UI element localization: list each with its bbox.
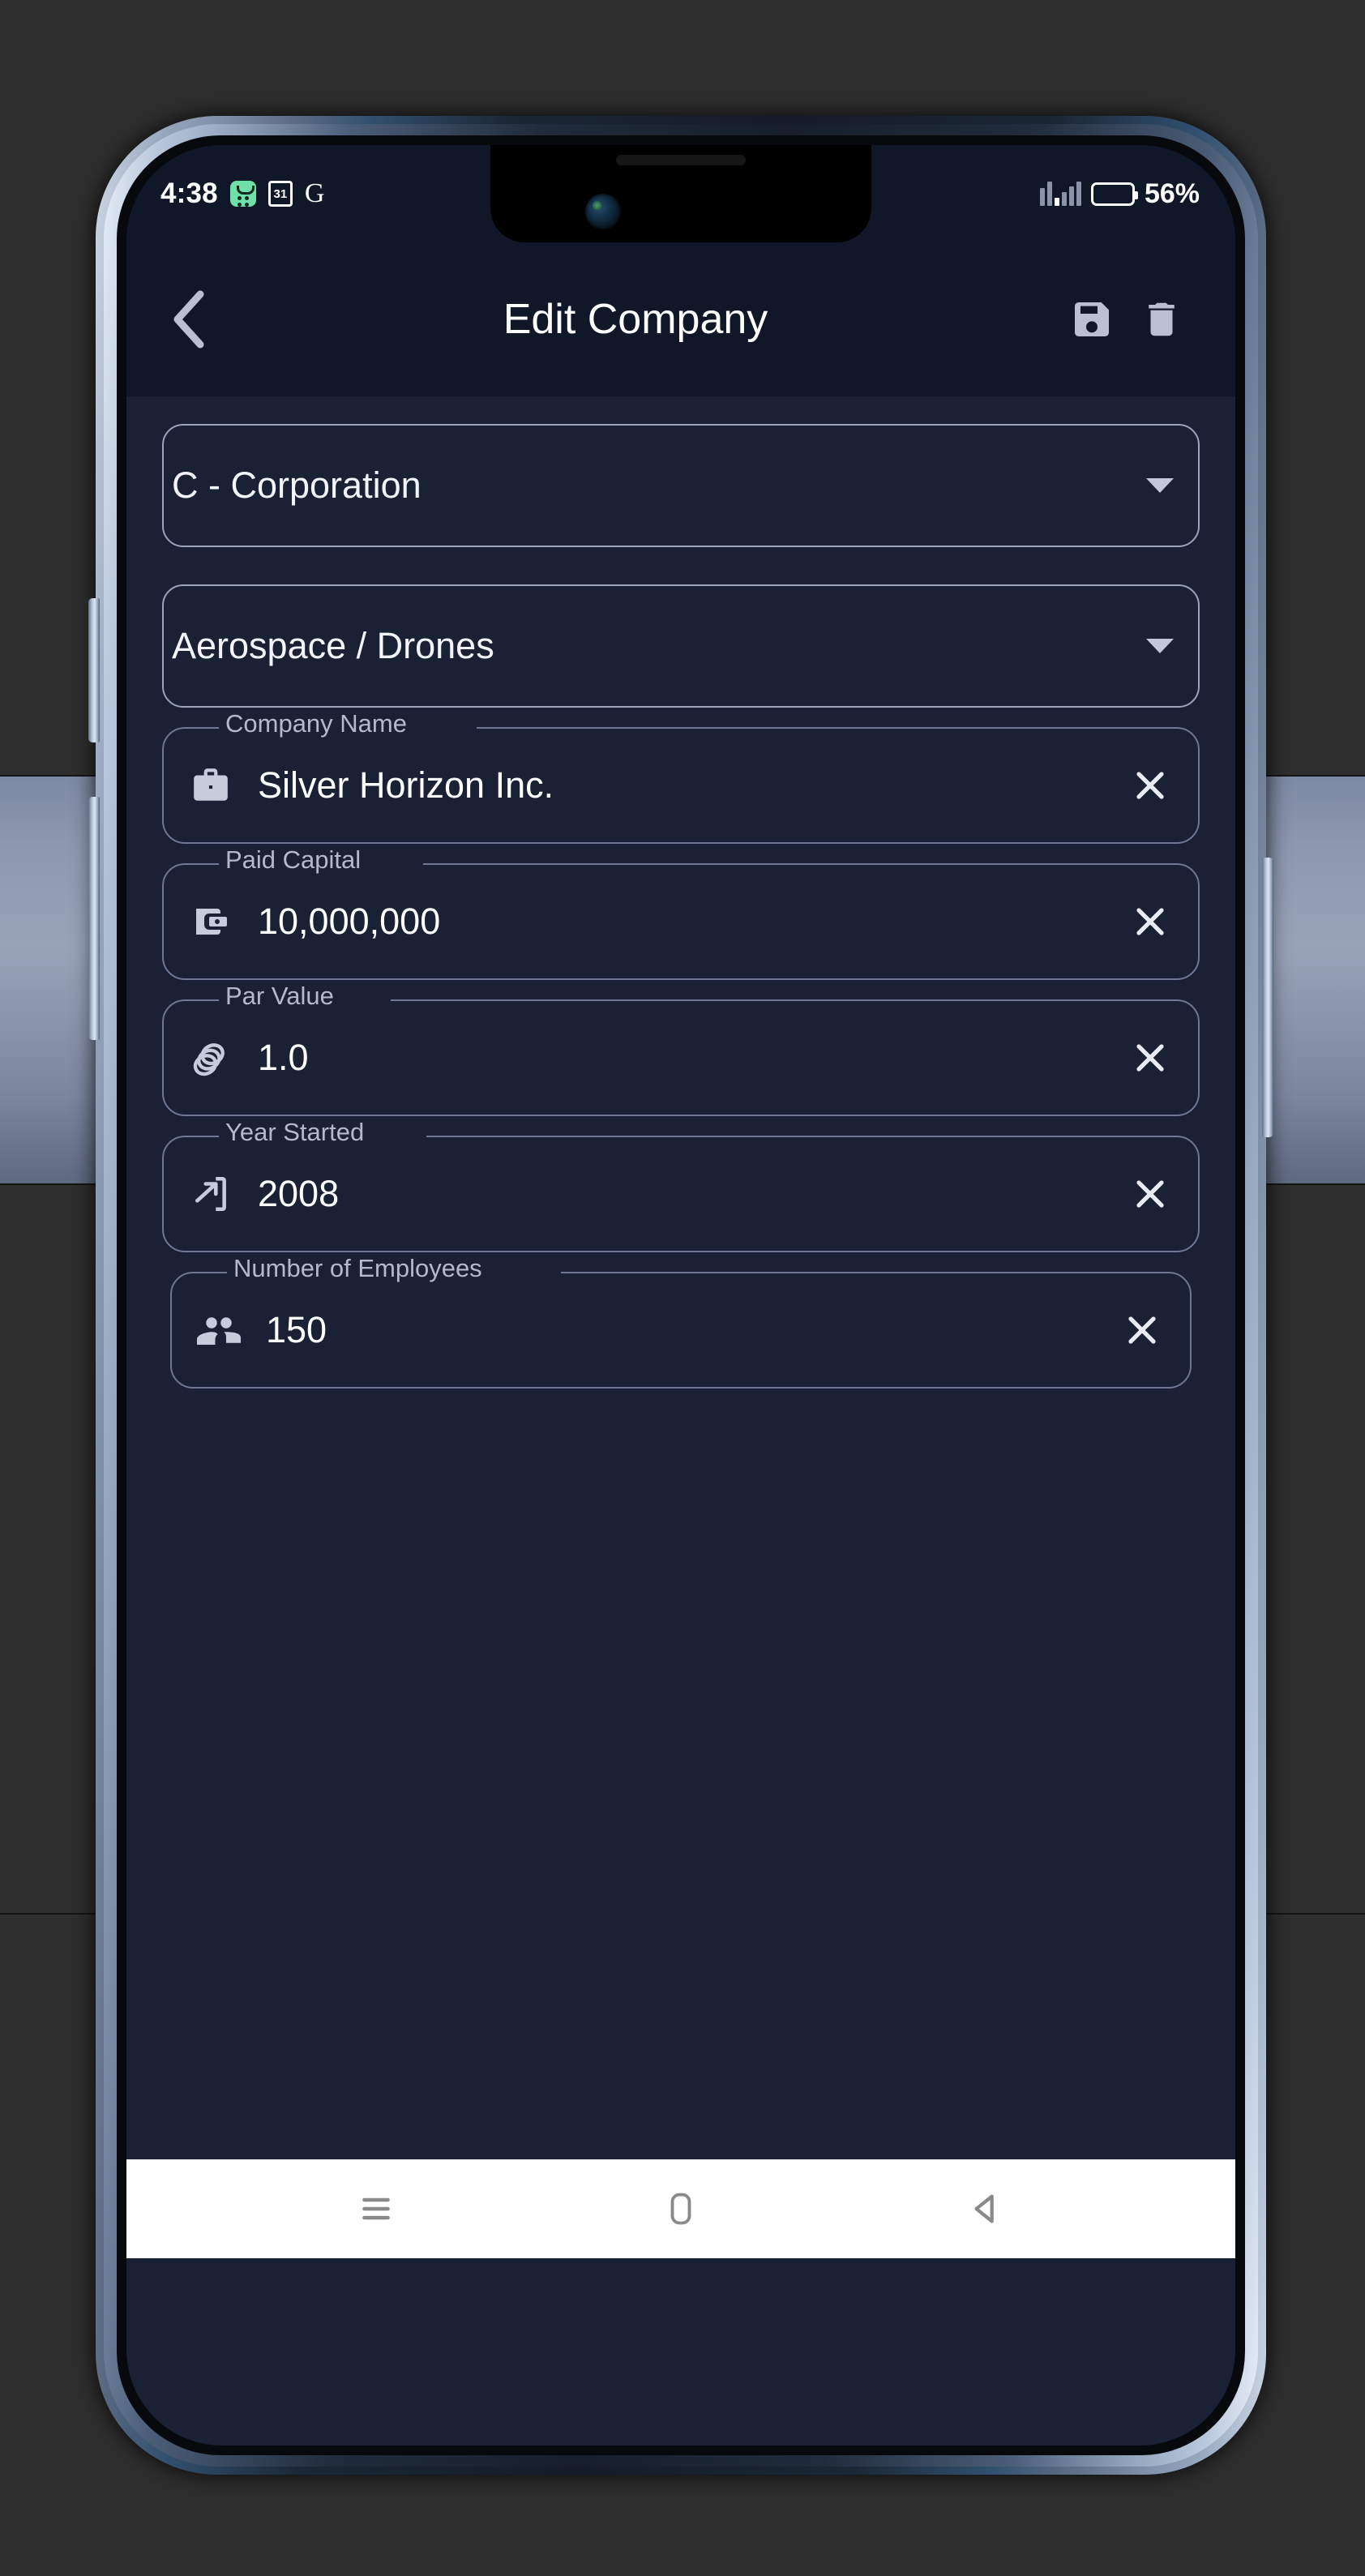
company-name-value: Silver Horizon Inc. <box>258 764 554 806</box>
paid-capital-row: Paid Capital 10,000,000 <box>126 845 1235 980</box>
people-icon <box>196 1307 242 1353</box>
briefcase-icon <box>188 763 233 808</box>
calendar-icon: 31 <box>267 181 293 207</box>
battery-percent-label: 56% <box>1144 178 1200 209</box>
backdrop-band-top <box>0 0 1365 63</box>
clear-company-name-button[interactable] <box>1125 760 1175 811</box>
google-icon: G <box>305 180 325 208</box>
menu-icon[interactable] <box>327 2172 425 2245</box>
tasks-icon <box>229 181 256 207</box>
year-started-field[interactable]: Year Started 2008 <box>162 1118 1200 1252</box>
company-name-label: Company Name <box>225 709 407 738</box>
entity-type-value: C - Corporation <box>172 464 421 506</box>
company-name-row: Company Name Silver Horizon Inc. <box>126 709 1235 844</box>
back-button[interactable] <box>157 287 222 352</box>
earpiece-speaker <box>616 155 746 165</box>
company-name-field[interactable]: Company Name Silver Horizon Inc. <box>162 709 1200 844</box>
year-started-row: Year Started 2008 <box>126 1118 1235 1252</box>
status-bar-left: 4:38 31 G <box>160 178 324 210</box>
paid-capital-label: Paid Capital <box>225 845 362 874</box>
back-triangle-icon[interactable] <box>937 2172 1034 2245</box>
phone-screen: 4:38 31 G 56% Edit Company C - Corporati… <box>126 145 1235 2445</box>
number-of-employees-label: Number of Employees <box>233 1254 482 1282</box>
year-started-value: 2008 <box>258 1173 340 1214</box>
phone-device: 4:38 31 G 56% Edit Company C - Corporati… <box>88 116 1273 2475</box>
status-bar-right: 56% <box>1039 178 1200 210</box>
front-camera-icon <box>585 194 621 229</box>
par-value-label: Par Value <box>225 982 334 1010</box>
caret-down-icon <box>1146 478 1174 493</box>
volume-down-button[interactable] <box>88 797 100 1040</box>
number-of-employees-field[interactable]: Number of Employees 150 <box>170 1254 1192 1389</box>
caret-down-icon <box>1146 639 1174 653</box>
calendar-day-label: 31 <box>267 181 293 207</box>
signal-bars-icon <box>1039 182 1081 206</box>
industry-dropdown[interactable]: Aerospace / Drones <box>162 584 1200 708</box>
delete-button[interactable] <box>1127 285 1196 354</box>
entity-type-dropdown[interactable]: C - Corporation <box>162 424 1200 547</box>
save-button[interactable] <box>1057 285 1127 354</box>
par-value-field[interactable]: Par Value 1.0 <box>162 982 1200 1116</box>
coins-icon <box>188 1035 233 1080</box>
paid-capital-value: 10,000,000 <box>258 901 441 942</box>
entity-type-row: C - Corporation <box>126 424 1235 547</box>
clear-par-value-button[interactable] <box>1125 1033 1175 1083</box>
industry-row: Aerospace / Drones <box>126 584 1235 708</box>
battery-icon <box>1090 182 1138 206</box>
clear-number-of-employees-button[interactable] <box>1117 1305 1167 1355</box>
par-value-value: 1.0 <box>258 1037 309 1078</box>
clear-year-started-button[interactable] <box>1125 1169 1175 1219</box>
power-button[interactable] <box>1262 858 1273 1137</box>
volume-up-button[interactable] <box>88 598 100 742</box>
home-icon[interactable] <box>632 2172 730 2245</box>
par-value-row: Par Value 1.0 <box>126 982 1235 1116</box>
year-started-label: Year Started <box>225 1118 365 1146</box>
clear-paid-capital-button[interactable] <box>1125 896 1175 947</box>
android-navigation-bar <box>126 2159 1235 2258</box>
google-letter: G <box>304 178 325 208</box>
industry-value: Aerospace / Drones <box>172 625 494 666</box>
paid-capital-field[interactable]: Paid Capital 10,000,000 <box>162 845 1200 980</box>
launch-icon <box>188 1171 233 1217</box>
form-body: C - Corporation Aerospace / Drones Compa… <box>126 396 1235 2258</box>
wallet-icon <box>188 899 233 944</box>
app-bar: Edit Company <box>126 242 1235 396</box>
number-of-employees-row: Number of Employees 150 <box>126 1254 1235 1389</box>
status-time: 4:38 <box>160 178 218 209</box>
number-of-employees-value: 150 <box>266 1309 327 1350</box>
page-title: Edit Company <box>503 296 768 343</box>
